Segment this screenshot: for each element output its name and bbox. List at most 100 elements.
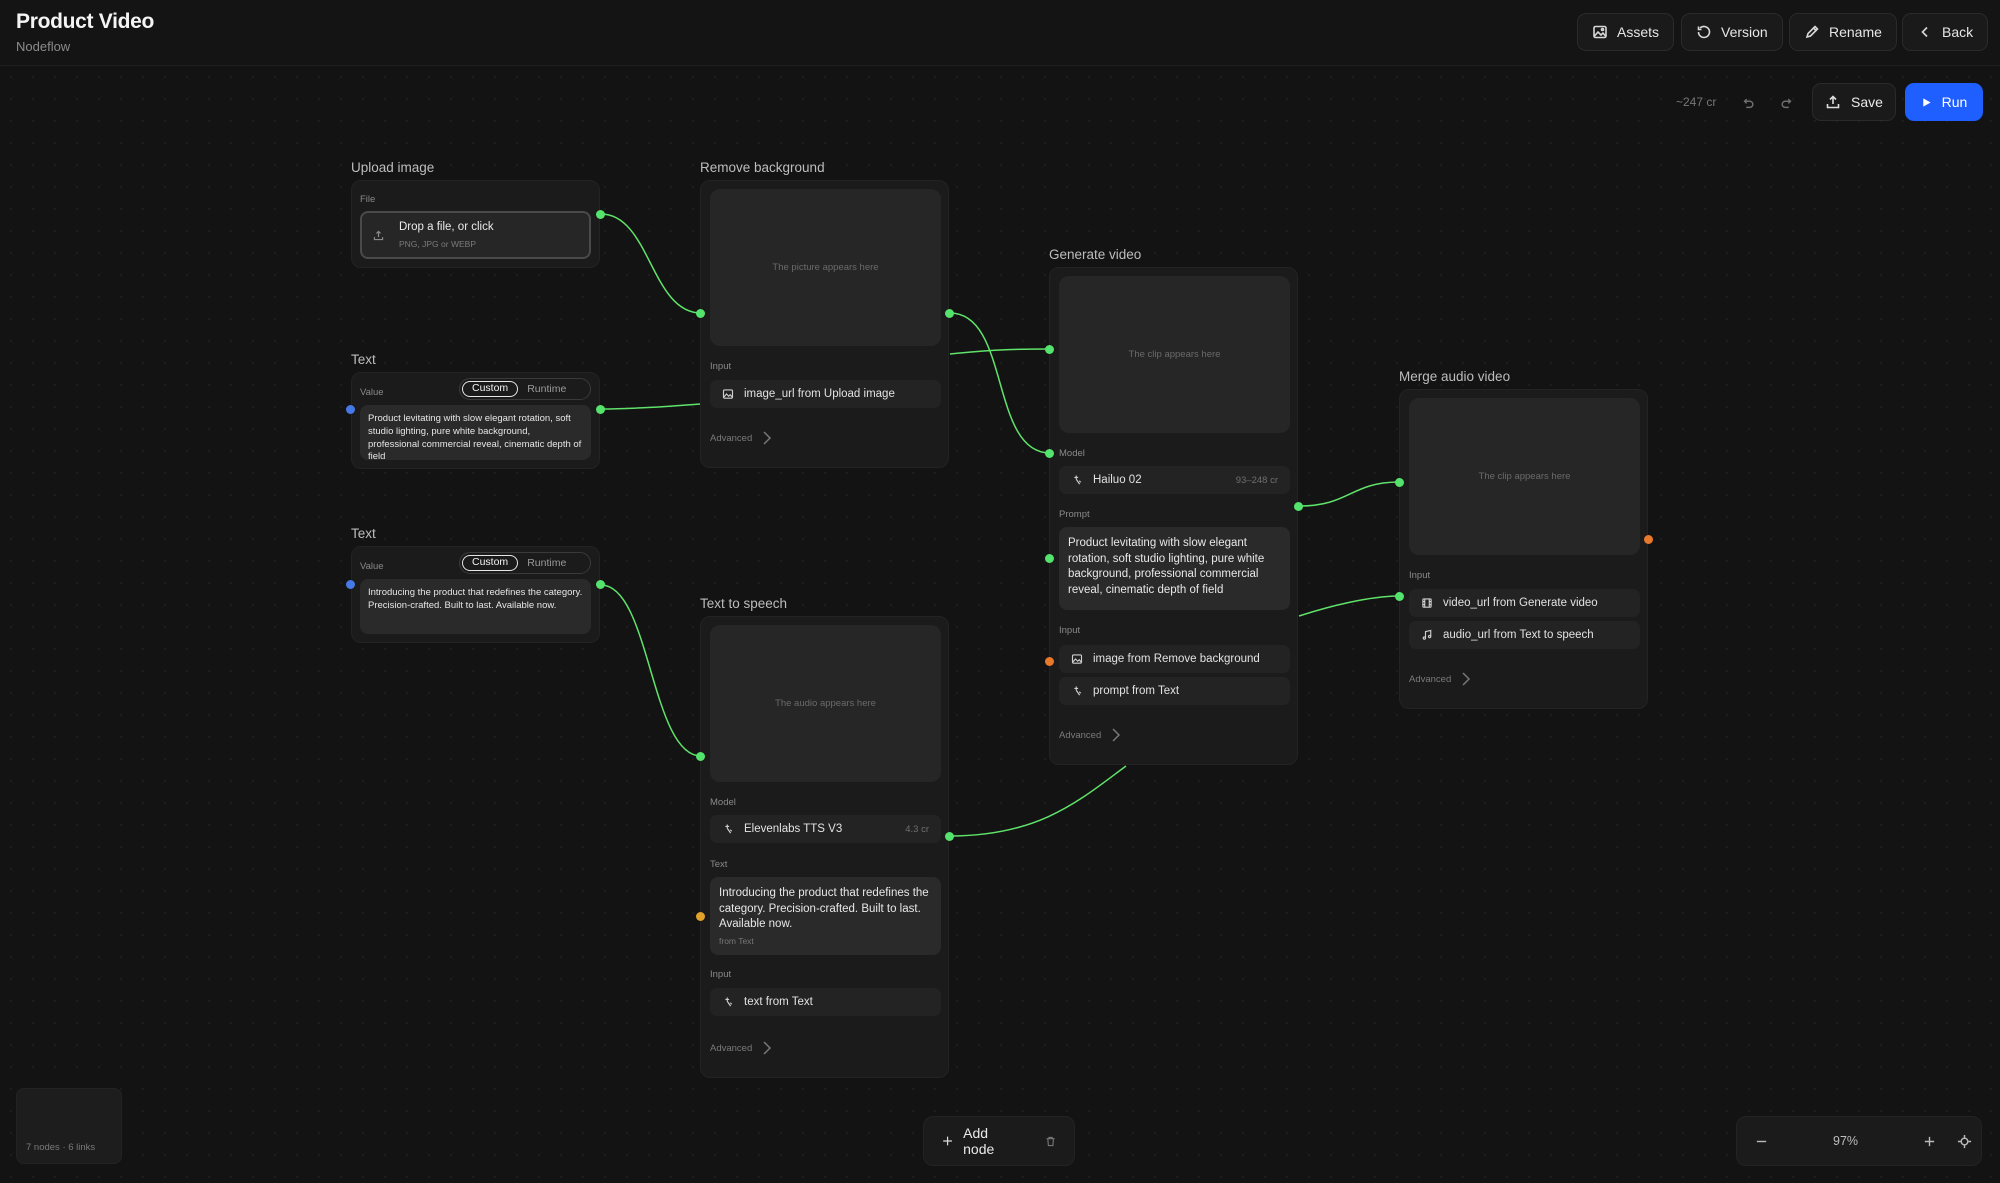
- port-remove-bg-input[interactable]: [696, 309, 705, 318]
- model-selector[interactable]: Elevenlabs TTS V3 4.3 cr: [710, 815, 941, 843]
- port-merge-input-2[interactable]: [1395, 592, 1404, 601]
- sparkle-icon: [725, 824, 733, 834]
- input-image-url-label: image_url from Upload image: [744, 388, 895, 400]
- toggle-runtime[interactable]: Runtime: [518, 555, 575, 571]
- merge-audio-video-node[interactable]: The clip appears here Input video_url fr…: [1399, 389, 1648, 709]
- model-label: Model: [710, 797, 736, 808]
- sparkle-icon: [725, 997, 733, 1007]
- text-value[interactable]: Product levitating with slow elegant rot…: [360, 405, 591, 462]
- minus-icon[interactable]: [1755, 1135, 1768, 1148]
- model-selector[interactable]: Hailuo 02 93–248 cr: [1059, 466, 1290, 494]
- advanced-label: Advanced: [710, 1042, 753, 1054]
- input-image[interactable]: image from Remove background: [1059, 645, 1290, 673]
- text-node-2[interactable]: Value Custom Runtime Introducing the pro…: [351, 546, 600, 643]
- file-label: File: [360, 194, 376, 205]
- port-text2-output[interactable]: [596, 580, 605, 589]
- advanced-label: Advanced: [1059, 729, 1102, 741]
- model-cost: 93–248 cr: [1235, 474, 1278, 486]
- advanced-label: Advanced: [1409, 673, 1452, 685]
- advanced-toggle[interactable]: Advanced: [710, 431, 772, 445]
- port-text1-input[interactable]: [346, 405, 355, 414]
- port-gen-video-model[interactable]: [1045, 449, 1054, 458]
- port-upload-output[interactable]: [596, 210, 605, 219]
- upload-icon: [373, 230, 384, 241]
- sparkle-icon: [1074, 686, 1082, 696]
- plus-icon: [943, 1136, 952, 1146]
- input-audio-url-label: audio_url from Text to speech: [1443, 629, 1594, 641]
- input-text[interactable]: text from Text: [710, 988, 941, 1016]
- advanced-toggle[interactable]: Advanced: [1059, 728, 1121, 742]
- fit-view-icon[interactable]: [1957, 1134, 1972, 1149]
- film-icon: [1422, 598, 1432, 608]
- text-to-speech-node[interactable]: The audio appears here Model Elevenlabs …: [700, 616, 949, 1078]
- port-tts-text[interactable]: [696, 912, 705, 921]
- upload-image-node[interactable]: File Drop a file, or click PNG, JPG or W…: [351, 180, 600, 268]
- gen-video-node-title: Generate video: [1049, 247, 1142, 262]
- input-audio-url[interactable]: audio_url from Text to speech: [1409, 621, 1640, 649]
- file-dropzone[interactable]: Drop a file, or click PNG, JPG or WEBP: [360, 211, 591, 259]
- music-note-icon: [1422, 629, 1432, 640]
- zoom-level: 97%: [1833, 1134, 1859, 1148]
- port-gen-video-prompt[interactable]: [1045, 554, 1054, 563]
- toggle-custom[interactable]: Custom: [462, 381, 519, 397]
- value-mode-toggle[interactable]: Custom Runtime: [459, 552, 591, 574]
- tts-text-source: from Text: [719, 935, 754, 946]
- clip-preview: The clip appears here: [1059, 276, 1290, 433]
- wire-tts-to-gen-video: [949, 765, 1127, 837]
- wire-upload-to-remove-bg: [600, 213, 702, 314]
- input-image-label: image from Remove background: [1093, 653, 1260, 665]
- input-prompt[interactable]: prompt from Text: [1059, 677, 1290, 705]
- plus-icon[interactable]: [1923, 1135, 1936, 1148]
- port-text2-input[interactable]: [346, 580, 355, 589]
- port-gen-video-image[interactable]: [1045, 657, 1054, 666]
- text-node-1[interactable]: Value Custom Runtime Product levitating …: [351, 372, 600, 469]
- port-gen-video-output[interactable]: [1294, 502, 1303, 511]
- toggle-runtime[interactable]: Runtime: [518, 381, 575, 397]
- advanced-toggle[interactable]: Advanced: [710, 1041, 772, 1055]
- model-label: Model: [1059, 448, 1085, 459]
- connection-wires: [600, 213, 1401, 837]
- wire-text2-to-tts: [600, 584, 702, 757]
- dropzone-formats: PNG, JPG or WEBP: [399, 239, 476, 249]
- wire-text1-to-remove-bg: [600, 403, 702, 410]
- advanced-label: Advanced: [710, 432, 753, 444]
- port-remove-bg-output[interactable]: [945, 309, 954, 318]
- zoom-controls: 97%: [1736, 1116, 1982, 1166]
- port-tts-input[interactable]: [696, 752, 705, 761]
- generate-video-node[interactable]: The clip appears here Model Hailuo 02 93…: [1049, 267, 1298, 765]
- minimap[interactable]: 7 nodes · 6 links: [16, 1088, 122, 1164]
- input-label: Input: [1409, 570, 1431, 581]
- audio-preview: The audio appears here: [710, 625, 941, 782]
- tts-text-box[interactable]: Introducing the product that redefines t…: [710, 877, 941, 955]
- prompt-label: Prompt: [1059, 509, 1090, 520]
- input-prompt-label: prompt from Text: [1093, 685, 1180, 697]
- sparkle-icon: [1074, 475, 1082, 485]
- trash-icon[interactable]: [1045, 1135, 1056, 1148]
- chevron-right-icon: [1462, 672, 1471, 686]
- value-label: Value: [360, 561, 384, 572]
- port-tts-output[interactable]: [945, 832, 954, 841]
- advanced-toggle[interactable]: Advanced: [1409, 672, 1471, 686]
- input-video-url[interactable]: video_url from Generate video: [1409, 589, 1640, 617]
- text-value[interactable]: Introducing the product that redefines t…: [360, 579, 591, 634]
- prompt-box[interactable]: Product levitating with slow elegant rot…: [1059, 527, 1290, 610]
- dropzone-title: Drop a file, or click: [399, 221, 494, 233]
- toggle-custom[interactable]: Custom: [462, 555, 519, 571]
- image-icon: [722, 389, 734, 399]
- merge-node-title: Merge audio video: [1399, 369, 1511, 384]
- text2-node-title: Text: [351, 526, 376, 541]
- port-merge-input[interactable]: [1395, 478, 1404, 487]
- value-label: Value: [360, 387, 384, 398]
- input-image-url[interactable]: image_url from Upload image: [710, 380, 941, 408]
- value-mode-toggle[interactable]: Custom Runtime: [459, 378, 591, 400]
- remove-background-node[interactable]: The picture appears here Input image_url…: [700, 180, 949, 468]
- port-text1-output[interactable]: [596, 405, 605, 414]
- input-label: Input: [710, 969, 732, 980]
- image-preview: The picture appears here: [710, 189, 941, 346]
- port-gen-video-input[interactable]: [1045, 345, 1054, 354]
- input-label: Input: [710, 361, 732, 372]
- chevron-right-icon: [763, 431, 772, 445]
- model-name: Hailuo 02: [1093, 474, 1142, 486]
- add-node-button[interactable]: Add node: [942, 1125, 1019, 1157]
- port-merge-output[interactable]: [1644, 535, 1653, 544]
